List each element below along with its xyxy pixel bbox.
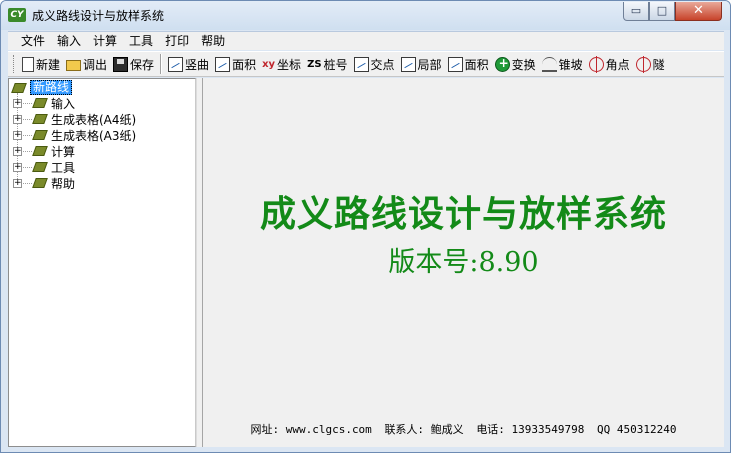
tree-node-tools[interactable]: + 工具 xyxy=(13,159,75,175)
menu-help[interactable]: 帮助 xyxy=(195,32,231,50)
window-title: 成义路线设计与放样系统 xyxy=(32,9,165,23)
local-label: 局部 xyxy=(417,57,442,72)
area-2-label: 面积 xyxy=(464,57,489,72)
tree-node-table-a3[interactable]: + 生成表格(A3纸) xyxy=(13,127,136,143)
toolbar: 新建 调出 保存 竖曲 面积 xy 坐标 ZS 桩号 交点 局部 面积 + 变换… xyxy=(8,51,724,77)
route-tree[interactable]: 新路线 + 输入 + 生成表格(A4纸) + 生成表格(A3纸) + 计算 + … xyxy=(8,78,196,447)
cone-slope-icon xyxy=(541,56,557,72)
vertical-curve-icon xyxy=(168,56,184,72)
expand-icon[interactable]: + xyxy=(13,114,22,124)
xy-coordinate-icon-text: xy xyxy=(262,58,276,70)
zs-station-icon-text: ZS xyxy=(307,58,322,70)
transform-button[interactable]: 变换 xyxy=(492,53,539,75)
area-icon xyxy=(215,56,231,72)
tree-root-label: 新路线 xyxy=(30,80,73,95)
contact-text: 联系人: 鲍成义 xyxy=(384,423,464,436)
open-button[interactable]: 调出 xyxy=(63,53,110,75)
tunnel-label: 隧 xyxy=(652,57,665,72)
title-bar[interactable]: CY 成义路线设计与放样系统 ▭ □ ✕ xyxy=(1,1,730,30)
folder-node-icon xyxy=(32,178,48,188)
minimize-button[interactable]: ▭ xyxy=(623,2,649,21)
vertical-curve-button[interactable]: 竖曲 xyxy=(165,53,212,75)
intersection-button[interactable]: 交点 xyxy=(351,53,398,75)
folder-node-icon xyxy=(32,130,48,140)
app-window: CY 成义路线设计与放样系统 ▭ □ ✕ 文件 输入 计算 工具 打印 帮助 新… xyxy=(0,0,731,453)
station-button[interactable]: ZS 桩号 xyxy=(304,53,350,75)
new-label: 新建 xyxy=(36,57,61,72)
close-button[interactable]: ✕ xyxy=(675,2,722,21)
area-button[interactable]: 面积 xyxy=(212,53,259,75)
intersection-icon xyxy=(353,56,369,72)
expand-icon[interactable]: + xyxy=(13,98,22,108)
toolbar-grip[interactable] xyxy=(13,55,16,73)
menu-file[interactable]: 文件 xyxy=(15,32,51,50)
qq-text: QQ 450312240 xyxy=(597,423,677,436)
folder-node-icon xyxy=(32,146,48,156)
corner-point-label: 角点 xyxy=(605,57,630,72)
main-panel: 成义路线设计与放样系统 版本号:8.90 网址: www.clgcs.com 联… xyxy=(203,78,724,447)
intersection-label: 交点 xyxy=(370,57,395,72)
tree-node-label: 计算 xyxy=(51,144,76,159)
tree-node-label: 生成表格(A3纸) xyxy=(51,128,137,143)
new-file-icon xyxy=(22,56,34,72)
xy-coordinate-icon: xy xyxy=(262,57,275,72)
expand-icon[interactable]: + xyxy=(13,178,22,188)
toolbar-separator xyxy=(160,54,163,74)
vertical-curve-label: 竖曲 xyxy=(185,57,210,72)
local-button[interactable]: 局部 xyxy=(398,53,445,75)
open-label: 调出 xyxy=(83,57,108,72)
menu-tools[interactable]: 工具 xyxy=(123,32,159,50)
phone-text: 电话: 13933549798 xyxy=(476,423,585,436)
corner-point-button[interactable]: 角点 xyxy=(586,53,633,75)
splash-title: 成义路线设计与放样系统 xyxy=(259,193,667,235)
transform-globe-icon xyxy=(494,56,510,72)
tree-root-node[interactable]: 新路线 xyxy=(11,80,73,95)
open-folder-icon xyxy=(66,60,82,71)
folder-node-icon xyxy=(32,114,48,124)
tunnel-icon xyxy=(635,55,651,73)
area-2-button[interactable]: 面积 xyxy=(445,53,492,75)
save-disk-icon xyxy=(113,56,129,72)
menu-print[interactable]: 打印 xyxy=(159,32,195,50)
tree-node-label: 工具 xyxy=(51,160,76,175)
app-logo-icon: CY xyxy=(8,8,26,22)
menu-input[interactable]: 输入 xyxy=(51,32,87,50)
tree-node-table-a4[interactable]: + 生成表格(A4纸) xyxy=(13,111,136,127)
menu-bar: 文件 输入 计算 工具 打印 帮助 xyxy=(8,31,724,50)
coordinate-label: 坐标 xyxy=(277,57,302,72)
cone-slope-label: 锥坡 xyxy=(558,57,583,72)
folder-node-icon xyxy=(32,98,48,108)
tunnel-button[interactable]: 隧 xyxy=(633,53,668,75)
transform-label: 变换 xyxy=(511,57,536,72)
pane-splitter[interactable] xyxy=(196,78,203,447)
zs-station-icon: ZS xyxy=(307,57,321,72)
tree-node-input[interactable]: + 输入 xyxy=(13,95,75,111)
window-bottom-border xyxy=(1,447,730,452)
version-label: 版本号:8.90 xyxy=(388,247,539,278)
tree-node-calculate[interactable]: + 计算 xyxy=(13,143,75,159)
tree-node-label: 生成表格(A4纸) xyxy=(51,112,137,127)
expand-icon[interactable]: + xyxy=(13,130,22,140)
new-button[interactable]: 新建 xyxy=(19,53,63,75)
tree-node-label: 帮助 xyxy=(51,176,76,191)
area-2-icon xyxy=(447,56,463,72)
menu-calculate[interactable]: 计算 xyxy=(87,32,123,50)
area-label: 面积 xyxy=(232,57,257,72)
tree-node-help[interactable]: + 帮助 xyxy=(13,175,75,191)
website-text: 网址: www.clgcs.com xyxy=(250,423,372,436)
tree-node-label: 输入 xyxy=(51,96,76,111)
station-label: 桩号 xyxy=(323,57,348,72)
route-node-icon xyxy=(11,82,27,93)
expand-icon[interactable]: + xyxy=(13,162,22,172)
local-icon xyxy=(400,56,416,72)
corner-point-icon xyxy=(588,55,604,73)
save-label: 保存 xyxy=(130,57,155,72)
maximize-button[interactable]: □ xyxy=(649,2,675,21)
save-button[interactable]: 保存 xyxy=(110,53,157,75)
coordinate-button[interactable]: xy 坐标 xyxy=(259,53,304,75)
cone-slope-button[interactable]: 锥坡 xyxy=(539,53,586,75)
contact-footer: 网址: www.clgcs.com 联系人: 鲍成义 电话: 139335497… xyxy=(203,421,724,437)
expand-icon[interactable]: + xyxy=(13,146,22,156)
folder-node-icon xyxy=(32,162,48,172)
